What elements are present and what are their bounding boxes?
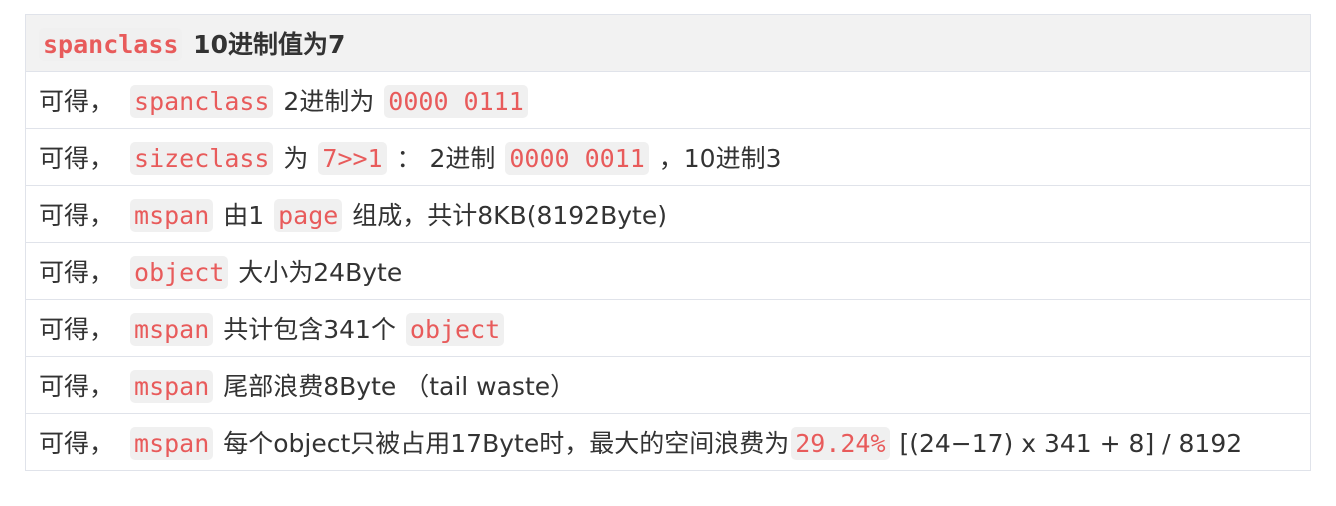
row-text: 每个object只被占用17Byte时，最大的空间浪费为 bbox=[215, 429, 790, 458]
row-prefix: 可得， bbox=[39, 144, 115, 173]
row-text: 为 bbox=[275, 144, 317, 173]
table-cell: 可得， sizeclass 为 7>>1 ： 2进制 0000 0011 ，10进… bbox=[25, 128, 1311, 186]
row-text: 2进制为 bbox=[275, 87, 383, 116]
code-mspan: mspan bbox=[130, 199, 214, 232]
row-prefix: 可得， bbox=[39, 201, 115, 230]
code-percentage: 29.24% bbox=[791, 427, 890, 460]
row-text: ，10进制3 bbox=[650, 144, 782, 173]
row-text: 大小为24Byte bbox=[230, 258, 403, 287]
code-mspan: mspan bbox=[130, 313, 214, 346]
code-spanclass: spanclass bbox=[39, 28, 183, 61]
row-text: 尾部浪费8Byte （tail waste） bbox=[215, 372, 576, 401]
row-text: ： 2进制 bbox=[388, 144, 504, 173]
table-cell: 可得， mspan 共计包含341个 object bbox=[25, 299, 1311, 357]
table-cell: 可得， mspan 每个object只被占用17Byte时，最大的空间浪费为 29.… bbox=[25, 413, 1311, 471]
code-sizeclass: sizeclass bbox=[130, 142, 274, 175]
code-object: object bbox=[130, 256, 229, 289]
code-mspan: mspan bbox=[130, 427, 214, 460]
code-page: page bbox=[274, 199, 343, 232]
table-row: 可得， sizeclass 为 7>>1 ： 2进制 0000 0011 ，10进… bbox=[25, 128, 1311, 186]
row-prefix: 可得， bbox=[39, 258, 115, 287]
table-row: 可得， mspan 每个object只被占用17Byte时，最大的空间浪费为 29.… bbox=[25, 413, 1311, 471]
code-object: object bbox=[405, 313, 505, 346]
table-row: 可得， mspan 由1 page 组成，共计8KB(8192Byte) bbox=[25, 185, 1311, 243]
table-row: 可得， spanclass 2进制为 0000 0111 bbox=[25, 71, 1311, 129]
code-shift: 7>>1 bbox=[318, 142, 387, 175]
row-prefix: 可得， bbox=[39, 87, 115, 116]
row-text: 由1 bbox=[215, 201, 273, 230]
table-cell: 可得， object 大小为24Byte bbox=[25, 242, 1311, 300]
code-binary: 0000 0111 bbox=[384, 85, 528, 118]
table-cell: 可得， mspan 由1 page 组成，共计8KB(8192Byte) bbox=[25, 185, 1311, 243]
row-prefix: 可得， bbox=[39, 429, 115, 458]
code-mspan: mspan bbox=[130, 370, 214, 403]
row-text: 组成，共计8KB(8192Byte) bbox=[344, 201, 667, 230]
table-row: 可得， mspan 尾部浪费8Byte （tail waste） bbox=[25, 356, 1311, 414]
table-header-cell: spanclass 10进制值为7 bbox=[25, 14, 1311, 72]
code-spanclass: spanclass bbox=[130, 85, 274, 118]
table-row: 可得， object 大小为24Byte bbox=[25, 242, 1311, 300]
info-table: spanclass 10进制值为7 可得， spanclass 2进制为 0000… bbox=[25, 14, 1311, 471]
row-text: [(24−17) x 341 + 8] / 8192 bbox=[891, 429, 1243, 458]
table-header-row: spanclass 10进制值为7 bbox=[25, 14, 1311, 72]
table-row: 可得， mspan 共计包含341个 object bbox=[25, 299, 1311, 357]
row-text: 共计包含341个 bbox=[215, 315, 404, 344]
row-prefix: 可得， bbox=[39, 372, 115, 401]
code-binary: 0000 0011 bbox=[505, 142, 649, 175]
table-cell: 可得， mspan 尾部浪费8Byte （tail waste） bbox=[25, 356, 1311, 414]
table-cell: 可得， spanclass 2进制为 0000 0111 bbox=[25, 71, 1311, 129]
row-prefix: 可得， bbox=[39, 315, 115, 344]
header-text: 10进制值为7 bbox=[184, 30, 346, 59]
